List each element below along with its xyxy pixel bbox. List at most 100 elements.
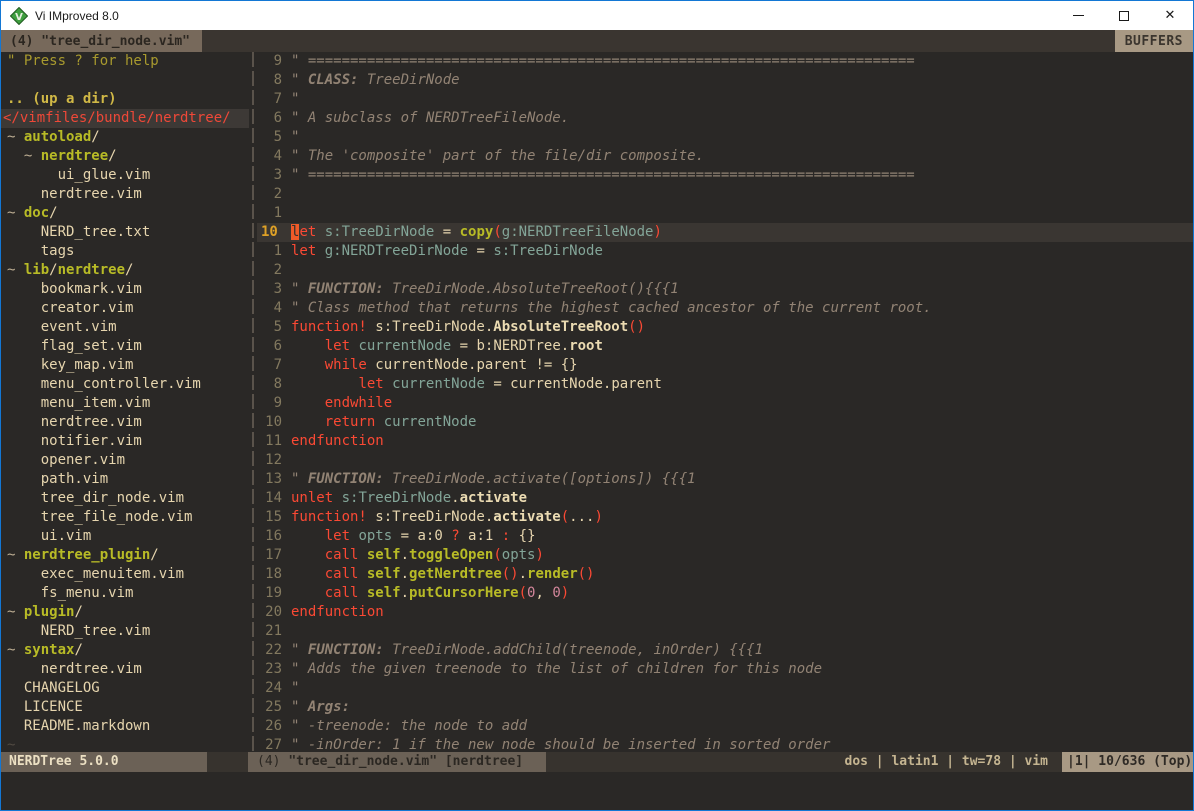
tree-up-dir[interactable]: .. (up a dir) (1, 90, 249, 109)
tabline-fill (202, 30, 1115, 52)
tree-dir-plugin[interactable]: ~ plugin/ (1, 603, 249, 622)
code-line[interactable]: 15function! s:TreeDirNode.activate(...) (257, 508, 1193, 527)
tree-item[interactable]: tags (1, 242, 249, 261)
code-line[interactable]: 4" The 'composite' part of the file/dir … (257, 147, 1193, 166)
current-code-line[interactable]: 10let s:TreeDirNode = copy(g:NERDTreeFil… (257, 223, 1193, 242)
code-line[interactable]: 9" =====================================… (257, 52, 1193, 71)
code-line[interactable]: 6 let currentNode = b:NERDTree.root (257, 337, 1193, 356)
tree-item[interactable]: flag_set.vim (1, 337, 249, 356)
tree-item[interactable]: README.markdown (1, 717, 249, 736)
buffers-badge[interactable]: BUFFERS (1115, 30, 1193, 52)
code-line[interactable]: 1let g:NERDTreeDirNode = s:TreeDirNode (257, 242, 1193, 261)
code-line[interactable]: 13" FUNCTION: TreeDirNode.activate([opti… (257, 470, 1193, 489)
tree-dir-nerdtree-plugin[interactable]: ~ nerdtree_plugin/ (1, 546, 249, 565)
code-line[interactable]: 4" Class method that returns the highest… (257, 299, 1193, 318)
line-text: let currentNode = b:NERDTree.root (291, 337, 1193, 356)
nerdtree-panel[interactable]: " Press ? for help .. (up a dir)</vimfile… (1, 52, 249, 752)
code-line[interactable]: 5" (257, 128, 1193, 147)
code-line[interactable]: 7" (257, 90, 1193, 109)
tree-item[interactable]: tree_file_node.vim (1, 508, 249, 527)
tree-item[interactable]: ui.vim (1, 527, 249, 546)
code-line[interactable]: 9 endwhile (257, 394, 1193, 413)
tree-item[interactable]: event.vim (1, 318, 249, 337)
tree-root[interactable]: </vimfiles/bundle/nerdtree/ (1, 109, 249, 128)
tree-item[interactable]: ~ (1, 736, 249, 752)
command-line[interactable] (1, 772, 1193, 810)
code-line[interactable]: 27" -inOrder: 1 if the new node should b… (257, 736, 1193, 752)
tree-item[interactable]: notifier.vim (1, 432, 249, 451)
window-title: Vi IMproved 8.0 (35, 9, 119, 23)
tree-item[interactable]: key_map.vim (1, 356, 249, 375)
tree-item[interactable]: NERD_tree.vim (1, 622, 249, 641)
maximize-button[interactable] (1101, 1, 1147, 30)
code-line[interactable]: 2 (257, 185, 1193, 204)
tree-item[interactable]: nerdtree.vim (1, 185, 249, 204)
code-line[interactable]: 19 call self.putCursorHere(0, 0) (257, 584, 1193, 603)
tree-item[interactable]: menu_controller.vim (1, 375, 249, 394)
code-line[interactable]: 26" -treenode: the node to add (257, 717, 1193, 736)
code-line[interactable]: 6" A subclass of NERDTreeFileNode. (257, 109, 1193, 128)
tree-item[interactable]: CHANGELOG (1, 679, 249, 698)
tab-tree-dir-node[interactable]: (4) "tree_dir_node.vim" (1, 30, 202, 52)
line-number: 8 (257, 375, 291, 394)
tree-dir-lib-nerdtree[interactable]: ~ lib/nerdtree/ (1, 261, 249, 280)
line-text: let s:TreeDirNode = copy(g:NERDTreeFileN… (291, 223, 1193, 242)
tree-item[interactable]: path.vim (1, 470, 249, 489)
tree-dir-autoload[interactable]: ~ autoload/ (1, 128, 249, 147)
tree-dir-syntax[interactable]: ~ syntax/ (1, 641, 249, 660)
tree-item[interactable]: tree_dir_node.vim (1, 489, 249, 508)
tree-item[interactable] (1, 71, 249, 90)
line-number: 21 (257, 622, 291, 641)
code-line[interactable]: 14unlet s:TreeDirNode.activate (257, 489, 1193, 508)
line-text (291, 185, 1193, 204)
code-line[interactable]: 17 call self.toggleOpen(opts) (257, 546, 1193, 565)
line-text: " -treenode: the node to add (291, 717, 1193, 736)
code-line[interactable]: 16 let opts = a:0 ? a:1 : {} (257, 527, 1193, 546)
line-text (291, 622, 1193, 641)
tree-item[interactable]: " Press ? for help (1, 52, 249, 71)
vim-logo-icon: V (10, 7, 28, 25)
close-button[interactable]: ✕ (1147, 1, 1193, 30)
buffers-label: BUFFERS (1125, 34, 1183, 49)
code-line[interactable]: 2 (257, 261, 1193, 280)
code-line[interactable]: 23" Adds the given treenode to the list … (257, 660, 1193, 679)
code-line[interactable]: 20endfunction (257, 603, 1193, 622)
tree-item[interactable]: ui_glue.vim (1, 166, 249, 185)
minimize-button[interactable] (1055, 1, 1101, 30)
tree-item[interactable]: creator.vim (1, 299, 249, 318)
tree-item[interactable]: exec_menuitem.vim (1, 565, 249, 584)
code-editor[interactable]: 9" =====================================… (257, 52, 1193, 752)
tree-item[interactable]: menu_item.vim (1, 394, 249, 413)
code-line[interactable]: 8" CLASS: TreeDirNode (257, 71, 1193, 90)
tree-item[interactable]: bookmark.vim (1, 280, 249, 299)
code-line[interactable]: 5function! s:TreeDirNode.AbsoluteTreeRoo… (257, 318, 1193, 337)
code-line[interactable]: 25" Args: (257, 698, 1193, 717)
code-line[interactable]: 8 let currentNode = currentNode.parent (257, 375, 1193, 394)
code-line[interactable]: 22" FUNCTION: TreeDirNode.addChild(treen… (257, 641, 1193, 660)
code-line[interactable]: 3" =====================================… (257, 166, 1193, 185)
code-line[interactable]: 12 (257, 451, 1193, 470)
code-line[interactable]: 11endfunction (257, 432, 1193, 451)
tree-dir-nerdtree[interactable]: ~ nerdtree/ (1, 147, 249, 166)
tree-item[interactable]: nerdtree.vim (1, 660, 249, 679)
tree-item[interactable]: opener.vim (1, 451, 249, 470)
tree-item[interactable]: nerdtree.vim (1, 413, 249, 432)
tree-item[interactable]: LICENCE (1, 698, 249, 717)
line-number: 9 (257, 394, 291, 413)
line-text: " FUNCTION: TreeDirNode.addChild(treenod… (291, 641, 1193, 660)
code-line[interactable]: 21 (257, 622, 1193, 641)
tree-dir-doc[interactable]: ~ doc/ (1, 204, 249, 223)
code-line[interactable]: 18 call self.getNerdtree().render() (257, 565, 1193, 584)
tree-item[interactable]: NERD_tree.txt (1, 223, 249, 242)
code-line[interactable]: 3" FUNCTION: TreeDirNode.AbsoluteTreeRoo… (257, 280, 1193, 299)
line-number: 3 (257, 166, 291, 185)
buffer-index: |1| (1067, 754, 1090, 769)
code-line[interactable]: 10 return currentNode (257, 413, 1193, 432)
tree-item[interactable]: fs_menu.vim (1, 584, 249, 603)
code-line[interactable]: 1 (257, 204, 1193, 223)
vsplit-dashes (252, 52, 254, 752)
window-vertical-separator[interactable] (249, 52, 257, 752)
code-line[interactable]: 24" (257, 679, 1193, 698)
line-number: 4 (257, 147, 291, 166)
code-line[interactable]: 7 while currentNode.parent != {} (257, 356, 1193, 375)
